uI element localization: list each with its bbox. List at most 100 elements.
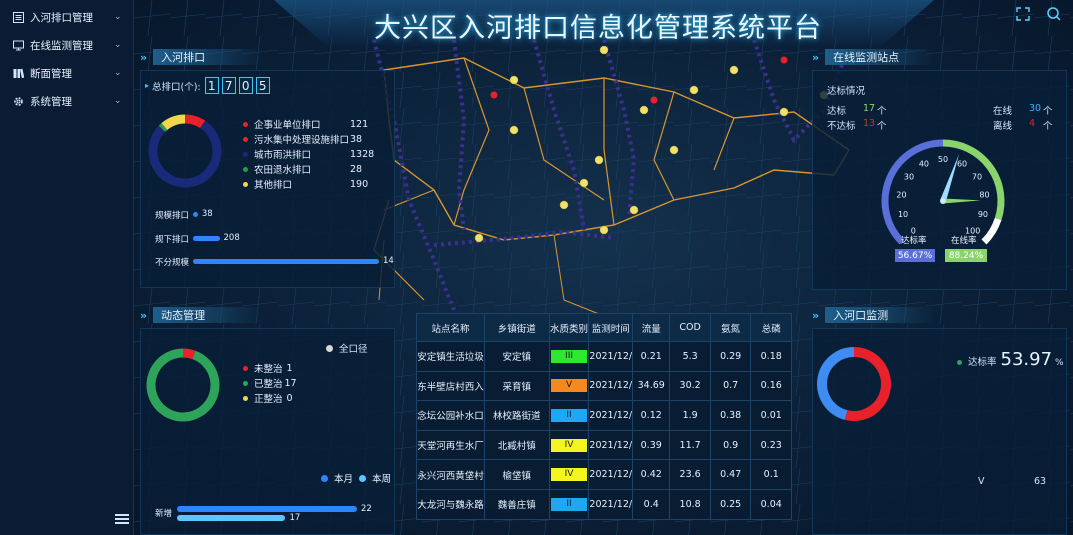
table-cell: III <box>548 341 590 372</box>
period-month-legend[interactable]: 本月 <box>321 471 353 485</box>
outlet-donut-chart <box>148 114 222 188</box>
legend-value: 38 <box>350 133 363 145</box>
class-count: 63 <box>1034 476 1047 487</box>
table-cell: 0.39 <box>632 429 671 461</box>
offline-label: 离线 <box>993 121 1013 132</box>
rate-unit: % <box>1055 358 1064 368</box>
reach-count: 达标 17 个 <box>827 103 887 117</box>
table-cell: 念坛公园补水口 <box>416 400 485 431</box>
donut-slice <box>146 348 220 422</box>
water-quality-badge: V <box>551 379 588 393</box>
legend-item: 已整治 17 <box>243 376 297 390</box>
inlet-panel-heading: » 入河口监测 <box>812 306 936 324</box>
gauge-hub <box>940 198 946 204</box>
table-cell: 23.6 <box>669 459 711 490</box>
scope-label: 全口径 <box>339 344 368 355</box>
total-digit: 5 <box>255 77 270 94</box>
legend-item: 未整治 1 <box>243 361 293 375</box>
stations-panel-heading: » 在线监测站点 <box>812 48 936 66</box>
column-header: 氨氮 <box>709 313 752 342</box>
table-cell: 安定镇 <box>483 341 550 372</box>
table-cell: 0.9 <box>709 429 752 461</box>
chevron-down-icon: ⌄ <box>114 68 122 78</box>
monitor-icon <box>12 39 24 51</box>
search-icon[interactable] <box>1046 6 1062 22</box>
table-row[interactable]: 念坛公园补水口 林校路街道 II 2021/12/0.12 1.9 0.38 0.01 <box>416 400 792 431</box>
gauge-tick-label: 30 <box>904 172 914 181</box>
gauge-tick-label: 50 <box>938 155 948 164</box>
column-header: 总磷 <box>750 313 792 342</box>
table-cell: II <box>548 488 590 520</box>
legend-item: 城市雨洪排口 1328 <box>243 147 374 161</box>
gauge-tick-label: 20 <box>896 190 906 199</box>
sidebar-item-section-management[interactable]: 断面管理 ⌄ <box>0 59 134 87</box>
water-quality-badge: IV <box>551 438 588 452</box>
online-label: 在线 <box>993 106 1013 117</box>
table-cell: 榆垡镇 <box>483 459 550 490</box>
total-digit: 7 <box>221 77 236 94</box>
rate-label: 达标率 <box>968 357 997 368</box>
legend-item: 污水集中处理设施排口 38 <box>243 132 362 146</box>
scale-bar-label: 规模排口 <box>155 211 190 221</box>
total-digit: 0 <box>238 77 253 94</box>
class-label: V <box>978 476 985 487</box>
double-chevron-icon: » <box>812 50 820 64</box>
legend-label: 城市雨洪排口 <box>254 150 312 161</box>
collapse-menu-icon[interactable] <box>115 514 129 526</box>
week-bar-value: 17 <box>289 513 301 523</box>
legend-label: 企事业单位排口 <box>254 120 321 131</box>
legend-dot <box>957 360 962 365</box>
unreach-label: 不达标 <box>827 121 856 132</box>
table-cell: 永兴河西黄垡村 <box>416 459 485 490</box>
page-title: 大兴区入河排口信息化管理系统平台 <box>374 13 822 44</box>
sidebar-item-outlet-management[interactable]: 入河排口管理 ⌄ <box>0 3 134 31</box>
legend-value: 1 <box>286 362 293 374</box>
week-bar <box>177 515 286 521</box>
table-cell: 0.29 <box>709 341 752 372</box>
donut-slice <box>844 347 891 421</box>
unreach-value: 13 <box>863 118 876 129</box>
reach-value: 17 <box>863 103 876 114</box>
dynamic-panel-heading: » 动态管理 <box>140 306 264 324</box>
reach-label: 达标 <box>827 106 847 117</box>
total-label: 总排口(个): <box>152 81 201 93</box>
sidebar-item-label: 在线监测管理 <box>30 39 93 52</box>
donut-slice <box>196 118 206 129</box>
gauge-tick-label: 40 <box>919 160 929 169</box>
column-header: 乡镇街道 <box>483 313 550 342</box>
scope-dot <box>326 344 333 352</box>
table-row[interactable]: 安定镇生活垃圾 安定镇 III 2021/12/0.21 5.3 0.29 0.18 <box>416 341 792 372</box>
sidebar-item-online-monitoring[interactable]: 在线监测管理 ⌄ <box>0 31 134 59</box>
table-cell: 5.3 <box>669 341 711 372</box>
table-cell: 2021/12/ <box>588 370 634 402</box>
scope-toggle[interactable]: 全口径 <box>326 341 368 355</box>
monitor-table: 站点名称 乡镇街道 水质类别 监测时间 流量 COD 氨氮 总磷 安定镇生活垃圾… <box>416 313 792 520</box>
rate-value: 53.97 <box>1000 349 1053 370</box>
table-cell: 魏善庄镇 <box>483 488 550 520</box>
legend-dot <box>243 151 248 157</box>
online-rate-badge: 88.24% <box>945 249 987 262</box>
water-quality-badge: IV <box>551 468 588 482</box>
table-cell: 0.1 <box>750 459 792 490</box>
table-cell: 30.2 <box>669 370 711 402</box>
table-row[interactable]: 天堂河再生水厂 北臧村镇 IV 2021/12/0.39 11.7 0.9 0.23 <box>416 429 792 461</box>
table-row[interactable]: 永兴河西黄垡村 榆垡镇 IV 2021/12/0.42 23.6 0.47 0.1 <box>416 459 792 490</box>
sidebar-item-system-management[interactable]: 系统管理 ⌄ <box>0 87 134 115</box>
fullscreen-icon[interactable] <box>1015 6 1031 22</box>
table-cell: 2021/12/ <box>588 488 634 520</box>
donut-slice <box>817 347 855 420</box>
online-count: 在线 30 个 <box>993 103 1053 117</box>
panel-title: 在线监测站点 <box>825 49 936 65</box>
period-week-legend[interactable]: 本周 <box>359 471 391 485</box>
legend-label: 污水集中处理设施排口 <box>254 135 350 146</box>
table-row[interactable]: 大龙河与魏永路 魏善庄镇 II 2021/12/0.4 10.8 0.25 0.04 <box>416 488 792 520</box>
scale-bar-value: 14 <box>383 256 394 266</box>
donut-slice <box>184 114 201 127</box>
list-icon <box>12 11 24 23</box>
table-cell: 东半壁店村西入 <box>416 370 485 402</box>
table-row[interactable]: 东半壁店村西入 采育镇 V 2021/12/34.69 30.2 0.7 0.16 <box>416 370 792 402</box>
table-cell: II <box>548 400 590 431</box>
table-cell: IV <box>548 459 590 490</box>
outlet-total: ▸ 总排口(个): 1 7 0 5 <box>145 77 273 94</box>
water-quality-badge: II <box>551 408 588 422</box>
